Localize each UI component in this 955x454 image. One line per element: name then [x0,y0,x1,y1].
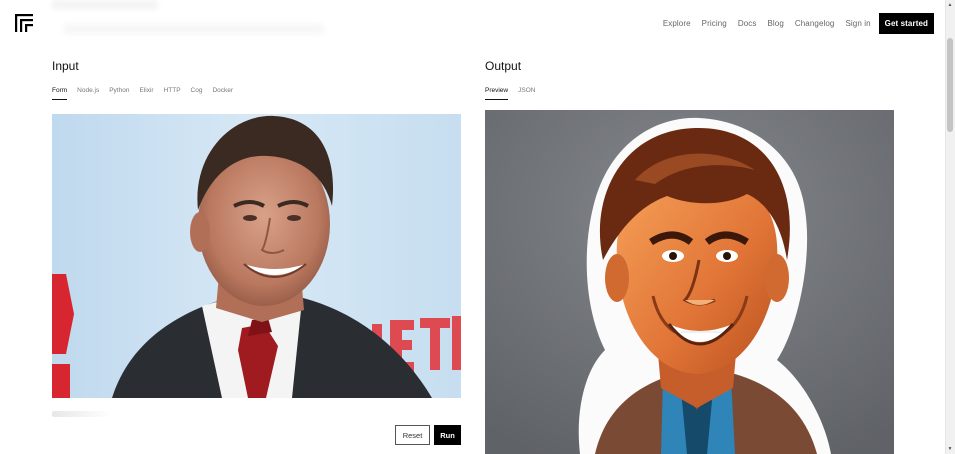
input-image[interactable] [52,114,461,398]
nav-sign-in[interactable]: Sign in [845,19,870,28]
tab-cog[interactable]: Cog [191,87,203,100]
input-photo [52,114,461,398]
scroll-down-arrow-icon[interactable]: ▼ [947,446,953,452]
run-button[interactable]: Run [434,425,461,445]
tab-form[interactable]: Form [52,87,68,100]
tab-json[interactable]: JSON [518,87,535,100]
tab-python[interactable]: Python [109,87,129,100]
nav-blog[interactable]: Blog [767,19,783,28]
scroll-up-arrow-icon[interactable]: ▲ [947,2,953,8]
output-image[interactable] [485,110,894,454]
tab-preview[interactable]: Preview [485,87,509,100]
tab-http[interactable]: HTTP [164,87,181,100]
faded-field-label [52,411,112,417]
output-heading: Output [485,59,522,73]
faded-subtitle [64,24,324,34]
top-nav: Explore Pricing Docs Blog Changelog Sign… [652,12,934,34]
output-sticker-illustration [485,110,894,454]
input-tabs: Form Node.js Python Elixir HTTP Cog Dock… [52,87,233,100]
tab-nodejs[interactable]: Node.js [77,87,99,100]
reset-button[interactable]: Reset [395,425,430,445]
get-started-button[interactable]: Get started [878,12,934,34]
nav-docs[interactable]: Docs [738,19,757,28]
faded-page-title [52,0,158,10]
nav-pricing[interactable]: Pricing [702,19,727,28]
replicate-logo-icon[interactable] [15,14,33,32]
input-heading: Input [52,59,79,73]
tab-docker[interactable]: Docker [212,87,233,100]
nav-explore[interactable]: Explore [663,19,691,28]
scrollbar-thumb[interactable] [947,38,953,132]
tab-elixir[interactable]: Elixir [139,87,153,100]
nav-changelog[interactable]: Changelog [795,19,835,28]
output-tabs: Preview JSON [485,87,535,100]
